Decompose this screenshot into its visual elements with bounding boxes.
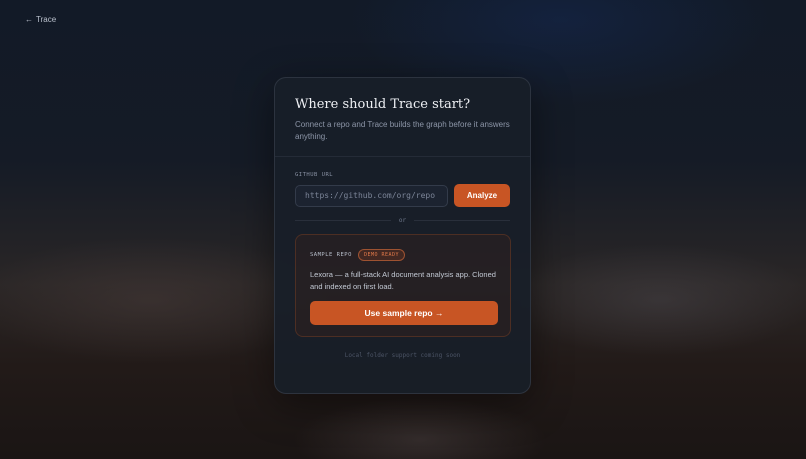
card-header: Where should Trace start? Connect a repo… [275, 78, 530, 157]
local-folder-note: Local folder support coming soon [344, 352, 461, 359]
back-link-label: Trace [36, 15, 57, 24]
start-card: Where should Trace start? Connect a repo… [274, 77, 531, 394]
github-url-input[interactable] [295, 184, 448, 207]
card-body: GITHUB URL Analyze or SAMPLE REPO DEMO R… [275, 157, 530, 359]
or-text: or [398, 217, 407, 224]
analyze-button[interactable]: Analyze [454, 184, 510, 207]
divider-line-left [295, 220, 391, 221]
arrow-left-icon: ← [25, 15, 33, 24]
sample-repo-label: SAMPLE REPO [310, 252, 352, 258]
sample-repo-panel: SAMPLE REPO DEMO READY Lexora — a full-s… [295, 234, 511, 337]
sample-repo-header: SAMPLE REPO DEMO READY [310, 249, 496, 261]
use-sample-repo-button[interactable]: Use sample repo → [310, 301, 498, 325]
sample-repo-description: Lexora — a full-stack AI document analys… [310, 270, 496, 291]
card-subtitle: Connect a repo and Trace builds the grap… [295, 120, 510, 141]
url-row: Analyze [295, 184, 510, 207]
divider-line-right [414, 220, 511, 221]
or-divider: or [295, 217, 511, 224]
demo-ready-badge: DEMO READY [357, 249, 406, 261]
back-link[interactable]: ← Trace [25, 15, 56, 24]
card-title: Where should Trace start? [295, 97, 471, 112]
github-url-label: GITHUB URL [295, 172, 334, 178]
